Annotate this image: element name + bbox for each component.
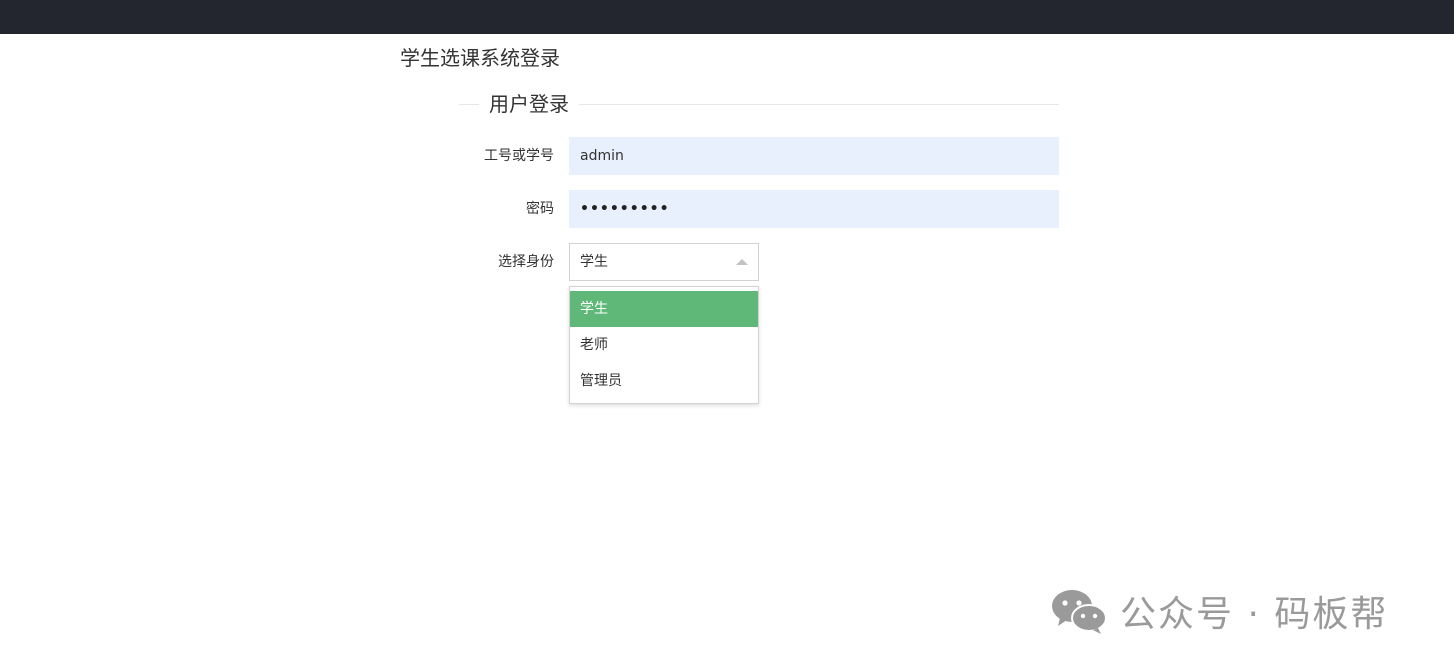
role-dropdown-menu: 学生 老师 管理员 xyxy=(569,286,759,404)
caret-up-icon[interactable] xyxy=(736,259,748,265)
role-select-value: 学生 xyxy=(580,254,608,270)
top-navbar xyxy=(0,0,1454,34)
legend-divider-right xyxy=(579,104,1059,105)
role-option-student[interactable]: 学生 xyxy=(570,291,758,327)
watermark: 公众号 · 码板帮 xyxy=(1050,584,1388,638)
role-option-teacher[interactable]: 老师 xyxy=(570,327,758,363)
password-input[interactable]: ••••••••• xyxy=(569,190,1059,228)
role-select[interactable]: 学生 xyxy=(569,243,759,281)
watermark-text: 公众号 · 码板帮 xyxy=(1120,594,1389,635)
role-label: 选择身份 xyxy=(498,254,554,270)
wechat-icon xyxy=(1052,590,1107,634)
page-title: 学生选课系统登录 xyxy=(400,46,560,70)
legend-title: 用户登录 xyxy=(489,92,569,116)
password-label: 密码 xyxy=(526,201,554,217)
username-label: 工号或学号 xyxy=(484,148,554,164)
login-fieldset-legend: 用户登录 xyxy=(459,90,1059,118)
legend-divider-left xyxy=(459,104,479,105)
username-input[interactable] xyxy=(569,137,1059,175)
role-option-admin[interactable]: 管理员 xyxy=(570,363,758,399)
